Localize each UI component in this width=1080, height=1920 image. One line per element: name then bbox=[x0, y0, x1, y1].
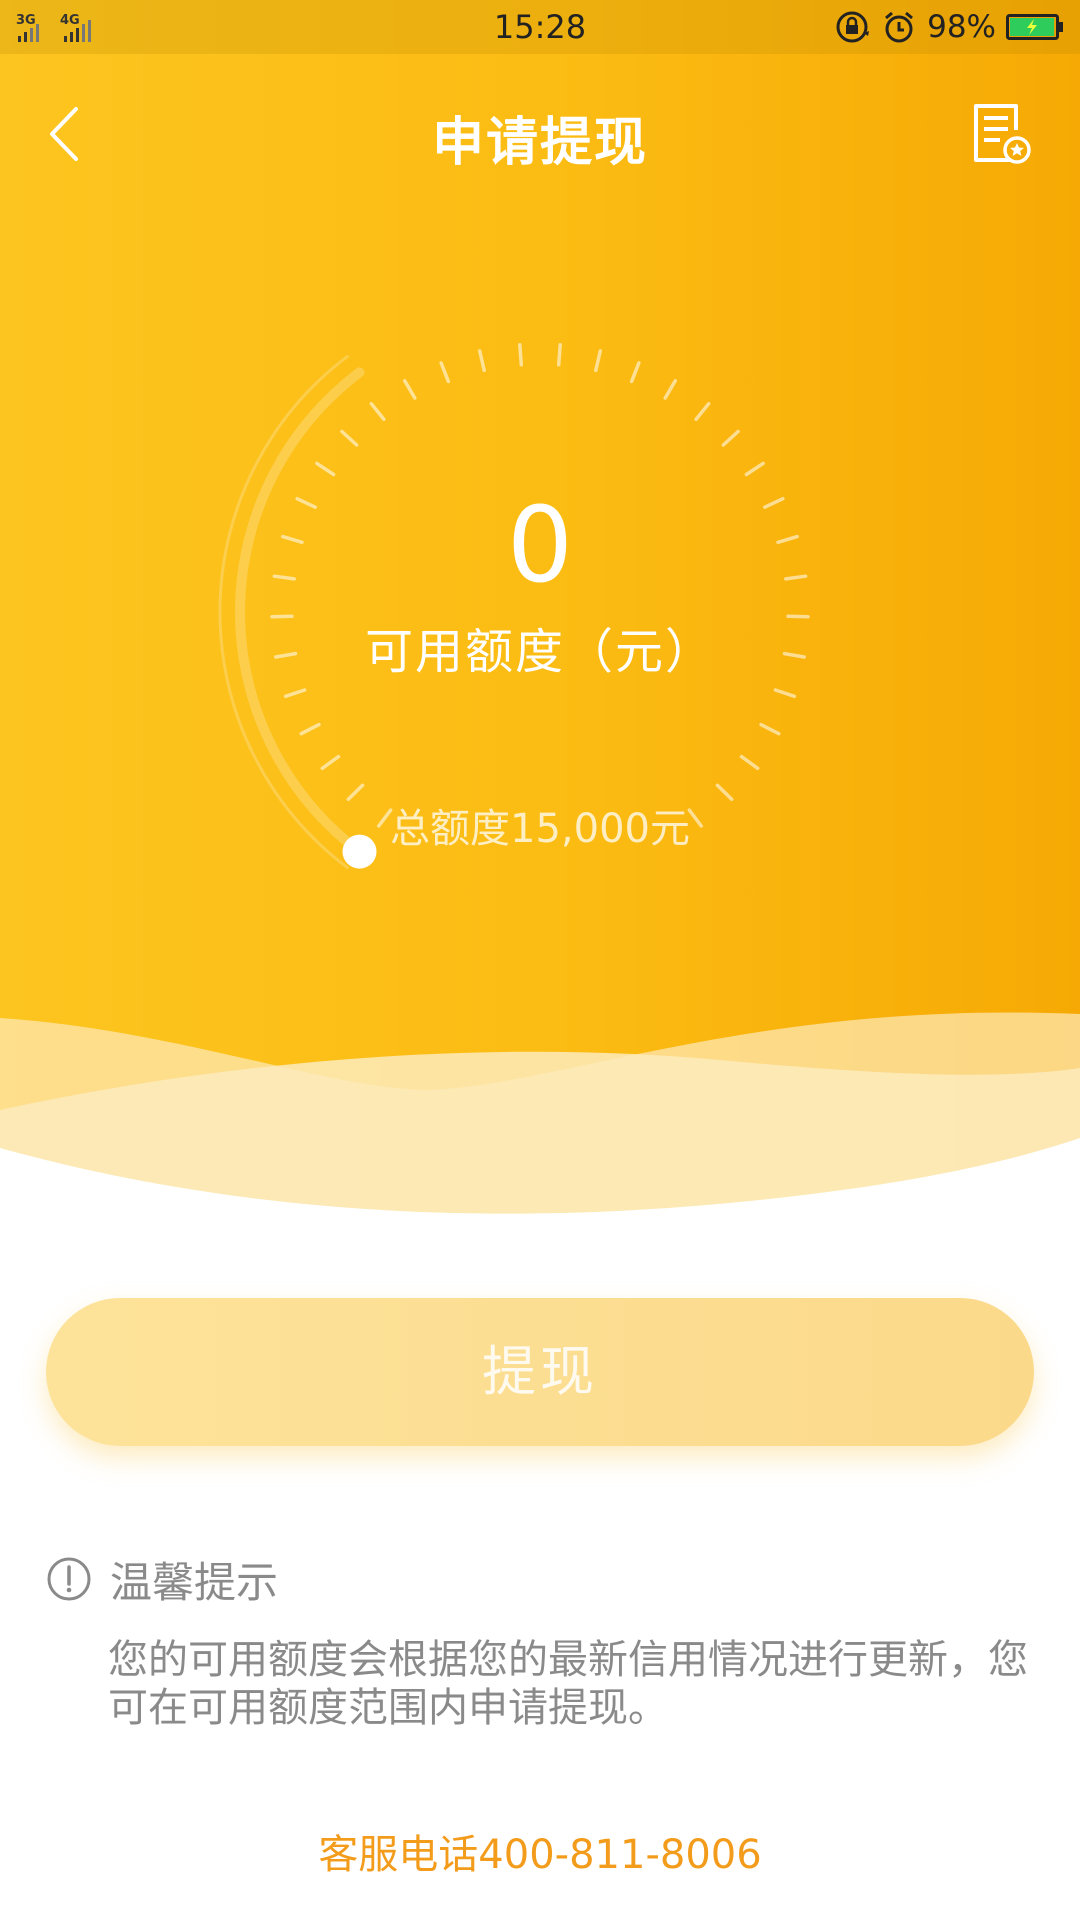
gauge-tick bbox=[744, 461, 765, 477]
gauge-tick bbox=[721, 429, 740, 447]
gauge-tick bbox=[439, 361, 451, 384]
gauge-tick bbox=[556, 343, 562, 367]
gauge-tick bbox=[739, 754, 760, 771]
tips-header: 温馨提示 bbox=[46, 1554, 278, 1607]
gauge-tick bbox=[369, 401, 386, 422]
gauge-tick bbox=[629, 361, 641, 384]
customer-service-hotline[interactable]: 客服电话400-811-8006 bbox=[0, 1822, 1080, 1880]
exclamation-circle-icon bbox=[47, 1557, 91, 1601]
withdraw-button[interactable]: 提现 bbox=[46, 1298, 1034, 1446]
gauge-tick bbox=[320, 754, 341, 771]
tips-title: 温馨提示 bbox=[110, 1557, 279, 1607]
tips-body: 您的可用额度会根据您的最新信用情况进行更新，您可在可用额度范围内申请提现。 bbox=[108, 1637, 1028, 1731]
wave-decoration bbox=[0, 1012, 1080, 1240]
gauge-tick bbox=[340, 429, 359, 447]
available-amount: 0 bbox=[506, 484, 574, 606]
gauge-tick bbox=[283, 688, 307, 699]
gauge-tick bbox=[594, 349, 603, 373]
available-amount-label: 可用额度（元） bbox=[364, 624, 715, 680]
gauge-tick bbox=[759, 722, 781, 736]
gauge-tick bbox=[299, 722, 321, 736]
gauge-tick bbox=[315, 461, 336, 477]
gauge-tick bbox=[477, 349, 486, 373]
gauge-tick bbox=[663, 378, 678, 400]
total-credit: 总额度15,000元 bbox=[390, 806, 690, 852]
hero-panel: 3G 4G 15:28 98% 申请提现 0 可用额度（元） 总额度15,000… bbox=[0, 0, 1080, 1240]
gauge-tick bbox=[402, 378, 417, 400]
gauge-tick bbox=[773, 688, 797, 699]
gauge-tick bbox=[694, 401, 711, 422]
gauge-tick bbox=[518, 343, 524, 367]
